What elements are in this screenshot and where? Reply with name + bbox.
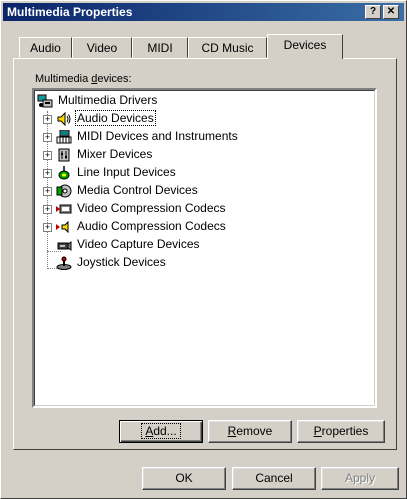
tab-audio[interactable]: Audio bbox=[19, 37, 72, 58]
expand-audio-compression-codecs[interactable]: + bbox=[43, 223, 52, 232]
cancel-button[interactable]: Cancel bbox=[232, 467, 316, 490]
mixer-icon bbox=[58, 148, 70, 162]
tab-cd-music[interactable]: CD Music bbox=[188, 37, 267, 58]
window-title: Multimedia Properties bbox=[7, 5, 133, 19]
tab-midi[interactable]: MIDI bbox=[132, 37, 188, 58]
audio-codec-icon bbox=[56, 220, 69, 234]
tree-item-media-control-devices[interactable]: Media Control Devices bbox=[56, 182, 200, 199]
tree-item-audio-compression-codecs[interactable]: Audio Compression Codecs bbox=[56, 218, 228, 235]
line-input-icon bbox=[58, 165, 70, 180]
media-control-icon bbox=[56, 184, 72, 198]
expand-media-control-devices[interactable]: + bbox=[43, 187, 52, 196]
properties-button[interactable]: Properties bbox=[297, 420, 385, 443]
midi-keyboard-icon bbox=[56, 129, 72, 144]
tree-item-audio-devices[interactable]: Audio Devices bbox=[56, 110, 156, 127]
video-capture-icon bbox=[57, 240, 72, 251]
help-icon: ? bbox=[369, 6, 377, 17]
multimedia-devices-label: Multimedia devices: bbox=[35, 73, 132, 85]
close-button[interactable]: ✕ bbox=[383, 5, 399, 19]
tree-item-line-input-devices[interactable]: Line Input Devices bbox=[56, 164, 178, 181]
expand-video-compression-codecs[interactable]: + bbox=[43, 205, 52, 214]
ok-button[interactable]: OK bbox=[142, 467, 226, 490]
tree-item-midi-devices[interactable]: MIDI Devices and Instruments bbox=[56, 128, 240, 145]
tree-item-mixer-devices[interactable]: Mixer Devices bbox=[56, 146, 154, 163]
close-icon: ✕ bbox=[386, 6, 396, 17]
tab-video[interactable]: Video bbox=[72, 37, 132, 58]
tab-devices[interactable]: Devices bbox=[267, 34, 343, 59]
help-button[interactable]: ? bbox=[365, 5, 381, 19]
dialog-window: Multimedia Properties ? ✕ Audio Video MI… bbox=[0, 0, 407, 499]
remove-button[interactable]: Remove bbox=[208, 420, 292, 443]
tree-root[interactable]: Multimedia Drivers bbox=[37, 92, 159, 109]
apply-button[interactable]: Apply bbox=[321, 467, 399, 490]
devices-tree[interactable]: Multimedia Drivers + Audio Devices + MID… bbox=[32, 88, 377, 408]
expand-audio-devices[interactable]: + bbox=[43, 115, 52, 124]
joystick-icon bbox=[56, 256, 72, 270]
expand-mixer-devices[interactable]: + bbox=[43, 151, 52, 160]
tree-item-video-capture-devices[interactable]: Video Capture Devices bbox=[56, 236, 202, 253]
multimedia-drivers-icon bbox=[37, 94, 53, 108]
expand-line-input-devices[interactable]: + bbox=[43, 169, 52, 178]
add-button[interactable]: Add... bbox=[119, 420, 203, 443]
tree-item-joystick-devices[interactable]: Joystick Devices bbox=[56, 254, 168, 271]
tree-item-video-compression-codecs[interactable]: Video Compression Codecs bbox=[56, 200, 228, 217]
expand-midi-devices[interactable]: + bbox=[43, 133, 52, 142]
speaker-icon bbox=[57, 111, 71, 126]
title-bar[interactable]: Multimedia Properties ? ✕ bbox=[3, 3, 404, 21]
video-codec-icon bbox=[56, 204, 72, 214]
